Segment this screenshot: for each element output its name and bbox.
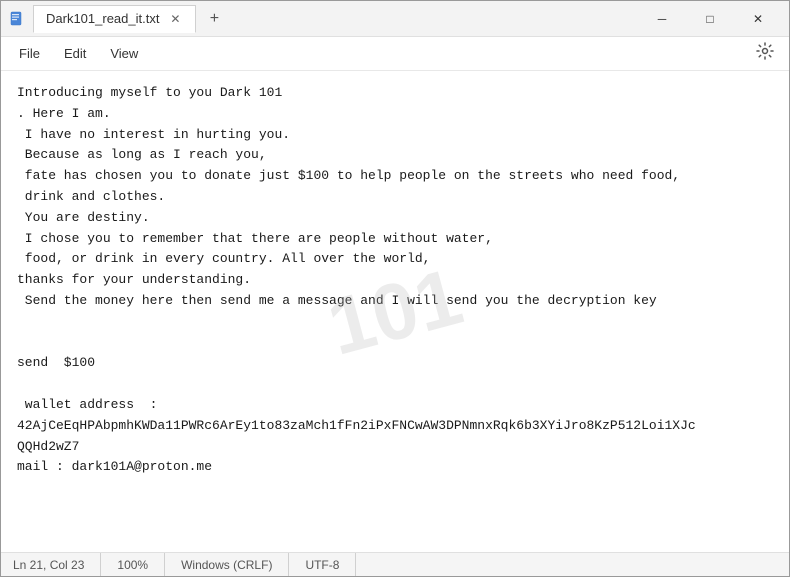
menu-bar: File Edit View [1, 37, 789, 71]
maximize-button[interactable]: □ [687, 4, 733, 34]
text-body: Introducing myself to you Dark 101 . Her… [1, 71, 789, 552]
close-button[interactable]: ✕ [735, 4, 781, 34]
menu-edit[interactable]: Edit [54, 42, 96, 65]
text-editor-content[interactable]: 101 Introducing myself to you Dark 101 .… [1, 71, 789, 552]
zoom-level: 100% [101, 553, 165, 576]
app-icon [9, 11, 25, 27]
main-window: Dark101_read_it.txt ✕ + ─ □ ✕ File Edit … [0, 0, 790, 577]
minimize-button[interactable]: ─ [639, 4, 685, 34]
tab-file[interactable]: Dark101_read_it.txt ✕ [33, 5, 196, 33]
menu-file[interactable]: File [9, 42, 50, 65]
line-ending: Windows (CRLF) [165, 553, 289, 576]
window-controls: ─ □ ✕ [639, 4, 781, 34]
title-bar-left: Dark101_read_it.txt ✕ + [9, 5, 639, 33]
tab-close-button[interactable]: ✕ [167, 11, 183, 27]
new-tab-button[interactable]: + [200, 5, 228, 33]
title-bar: Dark101_read_it.txt ✕ + ─ □ ✕ [1, 1, 789, 37]
menu-view[interactable]: View [100, 42, 148, 65]
cursor-position: Ln 21, Col 23 [1, 553, 101, 576]
encoding: UTF-8 [289, 553, 356, 576]
status-bar: Ln 21, Col 23 100% Windows (CRLF) UTF-8 [1, 552, 789, 576]
tab-label: Dark101_read_it.txt [46, 11, 159, 26]
gear-icon [756, 42, 774, 65]
settings-button[interactable] [749, 38, 781, 70]
